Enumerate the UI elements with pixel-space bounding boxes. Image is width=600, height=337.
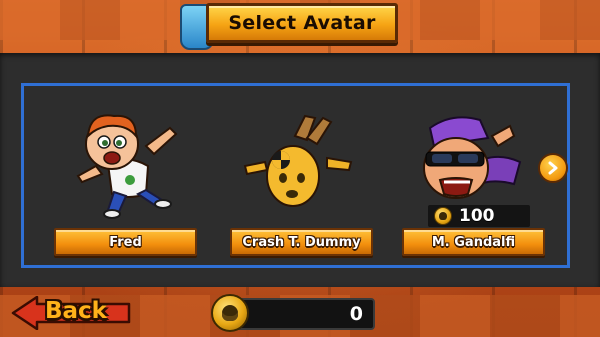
avatar-crash-t-dummy[interactable] bbox=[235, 106, 360, 221]
avatar-price-value: 100 bbox=[459, 206, 495, 226]
avatar-name-label: M. Gandalfi bbox=[431, 234, 516, 250]
avatar-m-gandalfi[interactable] bbox=[410, 106, 535, 221]
avatar-price-tag: 100 bbox=[428, 205, 530, 227]
skull-coin-icon bbox=[434, 207, 452, 225]
skull-coin-icon bbox=[211, 294, 249, 332]
back-button[interactable]: Back bbox=[11, 296, 131, 330]
avatar-name-label: Fred bbox=[109, 234, 142, 250]
avatar-name-plate-crash-t-dummy[interactable]: Crash T. Dummy bbox=[230, 228, 373, 256]
title-banner: Select Avatar bbox=[206, 3, 398, 43]
currency-value: 0 bbox=[349, 303, 363, 325]
next-page-button[interactable] bbox=[538, 153, 568, 183]
avatar-name-plate-m-gandalfi[interactable]: M. Gandalfi bbox=[402, 228, 545, 256]
back-button-label: Back bbox=[45, 298, 107, 324]
avatar-fred[interactable] bbox=[68, 106, 193, 221]
chevron-right-icon bbox=[548, 161, 558, 175]
crash-dummy-character-icon bbox=[243, 114, 353, 207]
page-title: Select Avatar bbox=[228, 12, 376, 34]
gandalfi-character-icon bbox=[423, 116, 522, 199]
avatar-name-label: Crash T. Dummy bbox=[242, 234, 361, 250]
avatar-name-plate-fred[interactable]: Fred bbox=[54, 228, 197, 256]
fred-character-icon bbox=[76, 114, 178, 219]
